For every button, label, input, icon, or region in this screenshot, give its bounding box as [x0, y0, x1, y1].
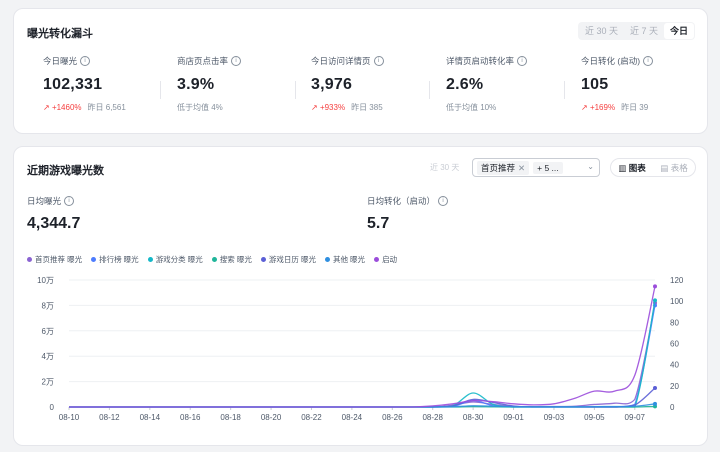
y-left-tick-label: 4万 [42, 352, 54, 361]
x-tick-label: 08-14 [140, 413, 161, 422]
series-end-point [653, 298, 657, 303]
x-tick-label: 08-16 [180, 413, 201, 422]
x-tick-label: 09-05 [584, 413, 605, 422]
y-left-tick-label: 6万 [42, 327, 54, 336]
series-line [68, 300, 656, 408]
y-left-tick-label: 8万 [42, 301, 54, 310]
series-end-point [653, 385, 657, 390]
x-tick-label: 09-03 [544, 413, 565, 422]
y-right-tick-label: 0 [670, 403, 675, 412]
y-left-tick-label: 0 [50, 403, 55, 412]
x-tick-label: 08-22 [301, 413, 322, 422]
x-tick-label: 08-24 [342, 413, 363, 422]
x-tick-label: 08-26 [382, 413, 403, 422]
series-line [68, 387, 656, 408]
y-right-tick-label: 60 [670, 340, 679, 349]
x-tick-label: 08-12 [99, 413, 120, 422]
x-tick-label: 08-28 [422, 413, 443, 422]
series-end-point [653, 401, 657, 406]
series-end-point [653, 284, 657, 289]
y-left-tick-label: 2万 [42, 378, 54, 387]
x-tick-label: 09-07 [625, 413, 646, 422]
series-line [68, 302, 656, 408]
exposure-line-chart: 0 2万 4万 6万 8万 10万 0 20 40 60 80 100 120 08-10 08-12 08-… [37, 276, 684, 422]
x-tick-label: 09-01 [503, 413, 524, 422]
y-right-tick-label: 100 [670, 297, 684, 306]
y-right-tick-label: 80 [670, 318, 679, 327]
x-tick-label: 08-18 [220, 413, 241, 422]
series-line [68, 286, 656, 408]
x-tick-label: 08-30 [463, 413, 484, 422]
y-right-tick-label: 40 [670, 361, 679, 370]
y-right-tick-label: 20 [670, 382, 679, 391]
y-right-tick-label: 120 [670, 276, 684, 285]
x-tick-label: 08-10 [59, 413, 80, 422]
x-tick-label: 08-20 [261, 413, 282, 422]
y-left-tick-label: 10万 [37, 276, 54, 285]
